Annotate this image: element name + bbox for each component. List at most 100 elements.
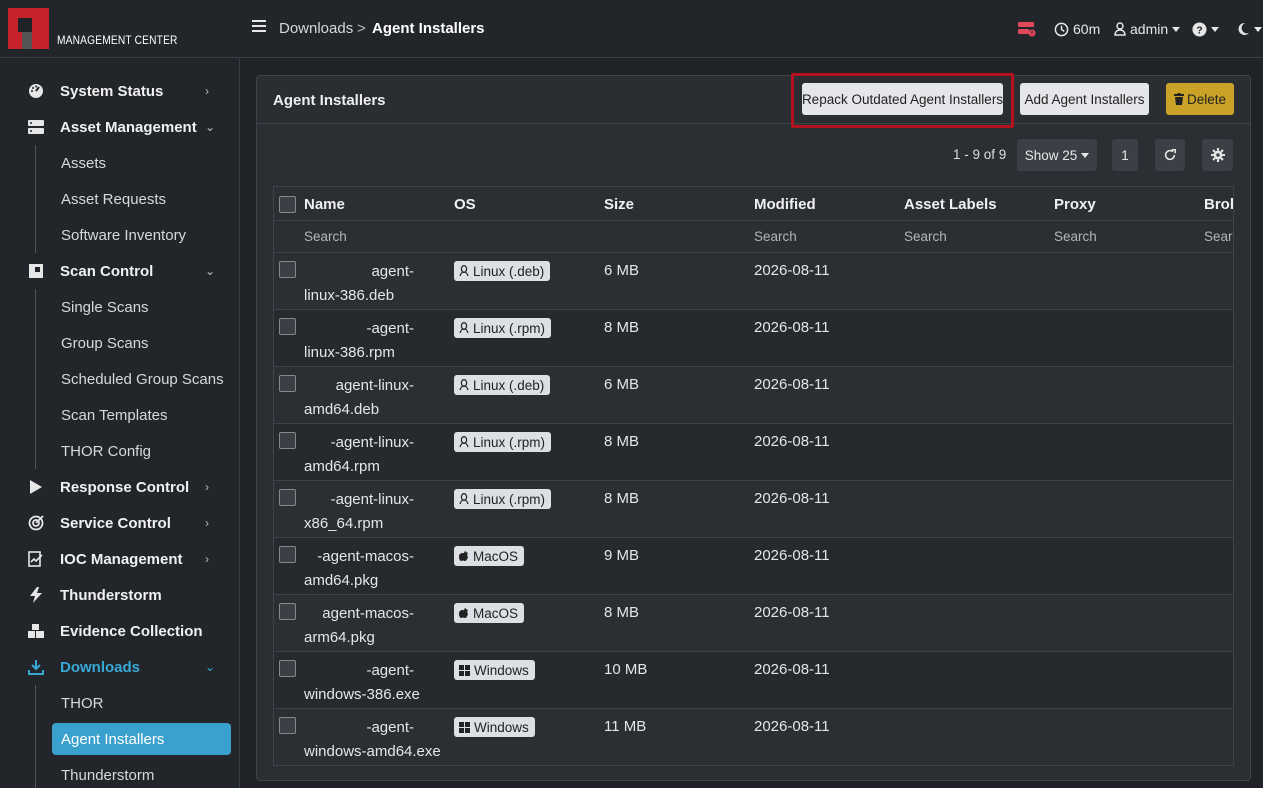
column-os[interactable]: OS	[454, 196, 476, 213]
sidebar: System Status › Asset Management ⌄ Asset…	[0, 58, 240, 788]
installer-modified: 2026-08-11	[754, 490, 830, 507]
table-row[interactable]: -agent-windows-386.exe Windows 10 MB 2026-0…	[274, 652, 1233, 709]
sidebar-sub-thor-config[interactable]: THOR Config	[52, 435, 231, 467]
sidebar-item-downloads[interactable]: Downloads ⌄	[0, 649, 239, 685]
table-row[interactable]: -agent-linux-386.rpm Linux (.rpm) 8 MB 2026…	[274, 310, 1233, 367]
broker-filter-input[interactable]	[1204, 229, 1233, 244]
row-checkbox[interactable]	[279, 375, 296, 392]
installer-modified: 2026-08-11	[754, 262, 830, 279]
help-menu[interactable]: ?	[1192, 20, 1219, 38]
help-icon: ?	[1192, 21, 1207, 37]
bolt-icon	[28, 587, 44, 603]
sidebar-item-thunderstorm[interactable]: Thunderstorm	[0, 577, 239, 613]
proxy-filter-input[interactable]	[1054, 229, 1184, 244]
installer-name-line2: linux-386.deb	[304, 287, 395, 304]
sidebar-sub-assets[interactable]: Assets	[52, 147, 231, 179]
installer-name-line2: x86_64.rpm	[304, 515, 384, 532]
chevron-down-icon: ⌄	[205, 660, 216, 674]
select-all-checkbox[interactable]	[279, 196, 296, 213]
table-row[interactable]: agent-macos-arm64.pkg MacOS 8 MB 2026-08-11	[274, 595, 1233, 652]
chevron-down-icon: ⌄	[205, 264, 216, 278]
sidebar-sub-software-inventory[interactable]: Software Inventory	[52, 219, 231, 251]
row-checkbox[interactable]	[279, 660, 296, 677]
installer-name-line1: -agent-linux-	[330, 434, 414, 451]
column-name[interactable]: Name	[304, 196, 345, 213]
gear-icon	[1210, 148, 1225, 162]
sidebar-sub-scheduled-group-scans[interactable]: Scheduled Group Scans	[52, 363, 231, 395]
table-row[interactable]: -agent-linux-x86_64.rpm Linux (.rpm) 8 MB 2…	[274, 481, 1233, 538]
row-checkbox[interactable]	[279, 489, 296, 506]
installer-name-line1: -agent-linux-	[330, 491, 414, 508]
add-agent-installers-button[interactable]: Add Agent Installers	[1020, 83, 1149, 115]
column-proxy[interactable]: Proxy	[1054, 196, 1096, 213]
sidebar-sub-thunderstorm[interactable]: Thunderstorm	[52, 759, 231, 788]
sidebar-item-service-control[interactable]: Service Control ›	[0, 505, 239, 541]
table-row[interactable]: -agent-macos-amd64.pkg MacOS 9 MB 2026-08-1…	[274, 538, 1233, 595]
settings-button[interactable]	[1202, 139, 1233, 171]
sidebar-sub-asset-requests[interactable]: Asset Requests	[52, 183, 231, 215]
windows-icon	[459, 721, 474, 733]
sidebar-item-response-control[interactable]: Response Control ›	[0, 469, 239, 505]
table-row[interactable]: -agent-linux-amd64.rpm Linux (.rpm) 8 MB 20…	[274, 424, 1233, 481]
installer-name-line1: -agent-	[366, 662, 414, 679]
brand-name: MANAGEMENT CENTER	[57, 33, 178, 47]
asset-labels-filter-input[interactable]	[904, 229, 1034, 244]
user-label: admin	[1130, 21, 1169, 37]
row-checkbox[interactable]	[279, 717, 296, 734]
os-badge: Linux (.rpm)	[454, 432, 552, 452]
page-1-button[interactable]: 1	[1112, 139, 1138, 171]
page-size-select[interactable]: Show 25	[1017, 139, 1097, 171]
sidebar-item-ioc-management[interactable]: IOC Management ›	[0, 541, 239, 577]
sidebar-sub-group-scans[interactable]: Group Scans	[52, 327, 231, 359]
row-checkbox[interactable]	[279, 546, 296, 563]
sidebar-sub-scan-templates[interactable]: Scan Templates	[52, 399, 231, 431]
dashboard-icon	[28, 83, 44, 99]
chevron-down-icon: ⌄	[205, 120, 216, 134]
sidebar-sub-thor[interactable]: THOR	[52, 687, 231, 719]
refresh-button[interactable]	[1155, 139, 1185, 171]
name-filter-input[interactable]	[304, 229, 434, 244]
user-menu[interactable]: admin	[1114, 20, 1181, 38]
sidebar-item-scan-control[interactable]: Scan Control ⌄	[0, 253, 239, 289]
sidebar-item-asset-management[interactable]: Asset Management ⌄	[0, 109, 239, 145]
pagination-info: 1 - 9 of 9	[953, 147, 1007, 162]
row-checkbox[interactable]	[279, 318, 296, 335]
installer-size: 10 MB	[604, 661, 648, 678]
table-row[interactable]: agent-linux-386.deb Linux (.deb) 6 MB 2026-…	[274, 253, 1233, 310]
column-asset-labels[interactable]: Asset Labels	[904, 196, 997, 213]
sidebar-item-evidence-collection[interactable]: Evidence Collection	[0, 613, 239, 649]
column-modified[interactable]: Modified	[754, 196, 816, 213]
delete-button[interactable]: Delete	[1166, 83, 1234, 115]
sidebar-item-system-status[interactable]: System Status ›	[0, 73, 239, 109]
column-size[interactable]: Size	[604, 196, 634, 213]
sidebar-sub-agent-installers[interactable]: Agent Installers	[52, 723, 231, 755]
server-alert-icon[interactable]	[1018, 20, 1036, 38]
os-badge: Linux (.rpm)	[454, 489, 552, 509]
svg-text:?: ?	[1196, 25, 1202, 36]
column-broker[interactable]: Brok	[1204, 196, 1233, 213]
installer-name-line1: -agent-macos-	[317, 548, 414, 565]
installer-name: -agent-linux-x86_64.rpm	[304, 488, 454, 536]
linux-icon	[459, 436, 473, 448]
modified-filter-input[interactable]	[754, 229, 884, 244]
installer-size: 8 MB	[604, 604, 640, 621]
breadcrumb-parent[interactable]: Downloads	[279, 20, 353, 37]
installer-size: 8 MB	[604, 319, 640, 336]
logo[interactable]	[8, 8, 49, 49]
installer-name: -agent-linux-386.rpm	[304, 317, 454, 365]
installer-name-line1: agent-linux-	[335, 377, 414, 394]
row-checkbox[interactable]	[279, 261, 296, 278]
theme-menu[interactable]	[1236, 20, 1262, 38]
sidebar-sub-single-scans[interactable]: Single Scans	[52, 291, 231, 323]
chevron-down-icon	[1211, 26, 1219, 32]
os-badge: Windows	[454, 660, 535, 680]
session-timeout[interactable]: 60m	[1054, 20, 1100, 38]
menu-toggle-icon[interactable]	[252, 20, 266, 32]
installer-name-line1: -agent-	[366, 719, 414, 736]
row-checkbox[interactable]	[279, 432, 296, 449]
table-row[interactable]: agent-linux-amd64.deb Linux (.deb) 6 MB 202…	[274, 367, 1233, 424]
table-row[interactable]: -agent-windows-amd64.exe Windows 11 MB 2026…	[274, 709, 1233, 765]
top-bar: MANAGEMENT CENTER Downloads > Agent Inst…	[0, 0, 1263, 58]
os-badge: Windows	[454, 717, 535, 737]
row-checkbox[interactable]	[279, 603, 296, 620]
